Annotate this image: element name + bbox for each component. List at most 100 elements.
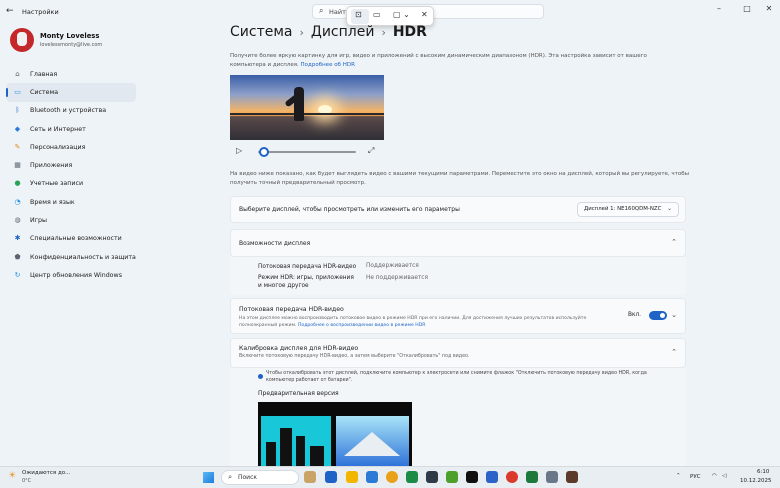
breadcrumb-system[interactable]: Система xyxy=(230,24,292,40)
clock-date[interactable]: 10.12.2025 xyxy=(740,478,772,484)
language-indicator[interactable]: РУС xyxy=(690,474,701,480)
hdr-streaming-toggle[interactable] xyxy=(649,311,667,320)
sidebar-item-label: Главная xyxy=(30,70,58,78)
accessibility-icon: ✱ xyxy=(14,234,21,243)
volume-icon[interactable]: ◁ xyxy=(722,473,726,479)
sidebar-item-3[interactable]: ᛒ Bluetooth и устройства xyxy=(6,102,136,120)
preview-label: Предварительная версия xyxy=(258,390,339,397)
video-seek-thumb[interactable] xyxy=(258,147,269,157)
sidebar-nav: ⌂ Главная ▭ Система ᛒ Bluetooth и устройства ◆… xyxy=(6,65,136,285)
sidebar-item-5[interactable]: ✎ Персонализация xyxy=(6,138,136,156)
sidebar-item-label: Система xyxy=(30,88,59,96)
person-icon: ● xyxy=(14,179,21,188)
preview-mountain xyxy=(344,432,400,456)
sidebar-item-8[interactable]: ◔ Время и язык xyxy=(6,193,136,211)
snip-close-icon[interactable]: ✕ xyxy=(421,10,428,19)
taskbar-app-icon[interactable] xyxy=(566,471,578,483)
hdr-streaming-card: Потоковая передача HDR-видео На этом дис… xyxy=(230,298,686,334)
preview-description: На видео ниже показано, как будет выгляд… xyxy=(230,171,689,186)
taskbar-app-icon[interactable] xyxy=(506,471,518,483)
capability-value: Не поддерживается xyxy=(366,275,428,281)
toggle-state-label: Вкл. xyxy=(628,312,642,318)
back-arrow-icon[interactable]: ← xyxy=(6,6,14,16)
video-icon[interactable]: ▭ xyxy=(373,10,381,19)
minimize-button[interactable]: – xyxy=(712,4,726,13)
info-icon xyxy=(258,374,263,379)
avatar[interactable] xyxy=(10,28,34,52)
wifi-icon[interactable]: ◠ xyxy=(712,473,717,479)
update-icon: ↻ xyxy=(14,270,21,279)
profile-email: lovelessmonty@live.com xyxy=(40,42,103,48)
hdr-calibration-card[interactable]: Калибровка дисплея для HDR-видео Включит… xyxy=(230,338,686,368)
hdr-streaming-title: Потоковая передача HDR-видео xyxy=(239,306,344,313)
display-select-card: Выберите дисплей, чтобы просмотреть или … xyxy=(230,196,686,223)
sidebar-item-12[interactable]: ↻ Центр обновления Windows xyxy=(6,266,136,284)
sidebar-item-label: Конфиденциальность и защита xyxy=(30,253,136,261)
capabilities-title: Возможности дисплея xyxy=(239,240,311,247)
taskbar-app-icon[interactable] xyxy=(466,471,478,483)
fullscreen-icon[interactable]: ⤢ xyxy=(368,146,374,156)
preview-building xyxy=(296,436,305,468)
chevron-up-icon[interactable]: ⌃ xyxy=(671,238,677,246)
taskbar-app-icon[interactable] xyxy=(486,471,498,483)
close-button[interactable]: ✕ xyxy=(762,4,776,13)
sidebar-item-label: Центр обновления Windows xyxy=(30,271,122,279)
sidebar-item-10[interactable]: ✱ Специальные возможности xyxy=(6,230,136,248)
video-seek-track[interactable] xyxy=(258,151,356,153)
display-capabilities-header[interactable]: Возможности дисплея ⌃ xyxy=(230,229,686,257)
breadcrumb-display[interactable]: Дисплей xyxy=(311,24,375,40)
taskbar-app-icon[interactable] xyxy=(304,471,316,483)
taskbar-search[interactable]: ⌕ Поиск xyxy=(221,470,299,485)
clock-time[interactable]: 6:10 xyxy=(757,469,769,475)
chevron-up-icon[interactable]: ⌃ xyxy=(671,348,677,356)
taskbar-app-icon[interactable] xyxy=(526,471,538,483)
sidebar-item-4[interactable]: ◆ Сеть и Интернет xyxy=(6,120,136,138)
maximize-button[interactable]: □ xyxy=(740,4,754,13)
profile-name: Monty Loveless xyxy=(40,32,100,40)
taskbar-app-icon[interactable] xyxy=(446,471,458,483)
camera-icon[interactable]: ⊡ xyxy=(355,10,362,19)
taskbar-app-icon[interactable] xyxy=(406,471,418,483)
gamepad-icon: ◍ xyxy=(14,216,21,225)
taskbar-search-text: Поиск xyxy=(238,474,258,481)
weather-title[interactable]: Ожидаются до... xyxy=(22,470,70,476)
weather-icon[interactable]: ☀ xyxy=(8,471,16,481)
sidebar-item-label: Учетные записи xyxy=(30,180,84,188)
intro-body: Получите более яркую картинку для игр, в… xyxy=(230,53,647,68)
apps-icon: ▦ xyxy=(14,161,21,170)
sidebar-item-label: Приложения xyxy=(30,162,73,170)
taskbar-app-icon[interactable] xyxy=(346,471,358,483)
globe-clock-icon: ◔ xyxy=(14,197,21,206)
sidebar-item-7[interactable]: ● Учетные записи xyxy=(6,175,136,193)
taskbar-app-icon[interactable] xyxy=(426,471,438,483)
sidebar-item-9[interactable]: ◍ Игры xyxy=(6,211,136,229)
settings-taskbar-icon[interactable] xyxy=(546,471,558,483)
display-dropdown-value: Дисплей 1: NE160QDM-NZC xyxy=(584,206,662,212)
start-button[interactable] xyxy=(203,472,214,483)
sidebar-item-1[interactable]: ⌂ Главная xyxy=(6,65,136,83)
tray-chevron-icon[interactable]: ⌃ xyxy=(676,473,681,479)
sidebar-item-11[interactable]: ⬟ Конфиденциальность и защита xyxy=(6,248,136,266)
capabilities-body: Потоковая передача HDR-видео Поддерживае… xyxy=(230,257,686,295)
taskbar-app-icon[interactable] xyxy=(386,471,398,483)
hdr-video-learn-more-link[interactable]: Подробнее о воспроизведении видео в режи… xyxy=(298,323,426,328)
taskbar-app-icon[interactable] xyxy=(366,471,378,483)
sidebar-item-2[interactable]: ▭ Система xyxy=(6,83,136,102)
chevron-down-icon[interactable]: ⌄ xyxy=(671,311,677,319)
system-icon: ▭ xyxy=(14,87,21,96)
preview-building xyxy=(280,428,292,468)
preview-building xyxy=(310,446,324,468)
display-dropdown[interactable]: Дисплей 1: NE160QDM-NZC ⌄ xyxy=(577,202,679,217)
learn-more-hdr-link[interactable]: Подробнее об HDR xyxy=(301,62,355,68)
sidebar-item-label: Bluetooth и устройства xyxy=(30,107,107,115)
sidebar-item-label: Время и язык xyxy=(30,198,75,206)
sidebar-item-6[interactable]: ▦ Приложения xyxy=(6,156,136,174)
snip-mode-icon[interactable]: ▢ ⌄ xyxy=(393,10,410,19)
taskbar: ☀ Ожидаются до... 0°C ⌕ Поиск ⌃ РУС ◠ ◁ … xyxy=(0,466,780,488)
search-icon: ⌕ xyxy=(319,6,324,15)
sidebar-item-label: Игры xyxy=(30,217,47,225)
calibration-preview-image xyxy=(258,402,412,468)
taskbar-app-icon[interactable] xyxy=(325,471,337,483)
play-icon[interactable]: ▷ xyxy=(236,146,242,155)
chevron-down-icon: ⌄ xyxy=(666,205,672,212)
